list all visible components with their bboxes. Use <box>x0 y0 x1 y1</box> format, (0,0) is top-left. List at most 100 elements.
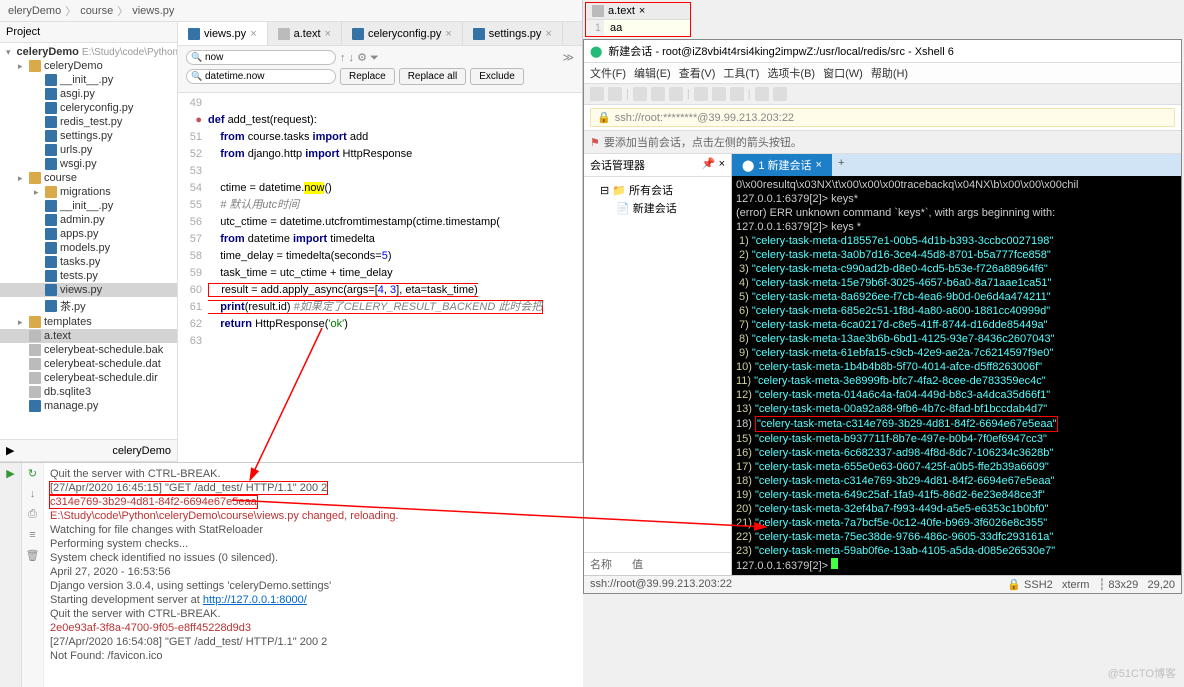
toolbar-icon[interactable] <box>694 87 708 101</box>
editor-tab[interactable]: views.py × <box>178 22 268 45</box>
mini-gutter: 1 <box>586 20 604 36</box>
tree-item[interactable]: ▸migrations <box>0 185 177 199</box>
terminal-tabs[interactable]: ⬤ 1 新建会话 × + <box>732 154 1181 176</box>
code-editor[interactable]: 49●51525354555657585960616263 def add_te… <box>178 93 582 462</box>
close-icon[interactable]: × <box>816 159 822 171</box>
ssh-icon: 🔒 <box>1007 579 1021 591</box>
terminal[interactable]: 0\x00resultq\x03NX\t\x00\x00\x00tracebac… <box>732 176 1181 575</box>
toolbar-icon[interactable] <box>590 87 604 101</box>
run-icon[interactable]: ▶ <box>6 467 14 480</box>
tree-item[interactable]: celeryconfig.py <box>0 101 177 115</box>
python-icon <box>45 270 57 282</box>
scroll-icon[interactable]: ≡ <box>29 529 35 541</box>
toolbar-icon[interactable] <box>651 87 665 101</box>
python-icon <box>45 300 57 312</box>
tree-item[interactable]: db.sqlite3 <box>0 385 177 399</box>
menu-item[interactable]: 查看(V) <box>679 65 716 81</box>
console-output[interactable]: Quit the server with CTRL-BREAK.[27/Apr/… <box>44 463 583 687</box>
console-side-toolbar[interactable]: ↻ ↓ ⎙ ≡ 🗑 <box>22 463 44 687</box>
code-lines[interactable]: def add_test(request): from course.tasks… <box>208 93 582 462</box>
pin-icon[interactable]: 📌 × <box>702 157 725 173</box>
close-icon[interactable]: ≫ <box>562 51 574 64</box>
xshell-toolbar[interactable]: | | | <box>584 84 1181 105</box>
tree-item[interactable]: a.text <box>0 329 177 343</box>
tree-item[interactable]: urls.py <box>0 143 177 157</box>
xshell-menubar[interactable]: 文件(F) 编辑(E) 查看(V) 工具(T) 选项卡(B) 窗口(W) 帮助(H) <box>584 63 1181 84</box>
close-icon[interactable]: × <box>325 28 331 40</box>
add-tab-button[interactable]: + <box>832 154 850 176</box>
line-gutter: 49●51525354555657585960616263 <box>178 93 208 462</box>
exclude-button[interactable]: Exclude <box>470 68 524 85</box>
tree-item[interactable]: celerybeat-schedule.bak <box>0 343 177 357</box>
mini-tab[interactable]: a.text × <box>586 3 690 20</box>
menu-item[interactable]: 文件(F) <box>590 65 626 81</box>
address-bar[interactable]: 🔒ssh://root:********@39.99.213.203:22 <box>590 108 1175 127</box>
tree-item[interactable]: asgi.py <box>0 87 177 101</box>
replace-button[interactable]: Replace <box>340 68 395 85</box>
tree-item[interactable]: celerybeat-schedule.dir <box>0 371 177 385</box>
rerun-icon[interactable]: ↻ <box>28 467 37 480</box>
editor-tab[interactable]: celeryconfig.py × <box>342 22 463 45</box>
toolbar-icon[interactable] <box>712 87 726 101</box>
tree-root[interactable]: celeryDemo <box>17 46 79 58</box>
project-header[interactable]: Project <box>0 22 177 43</box>
tree-item[interactable]: __init__.py <box>0 199 177 213</box>
find-input[interactable]: now <box>186 50 336 65</box>
tree-item[interactable]: ▸templates <box>0 315 177 329</box>
tree-item[interactable]: wsgi.py <box>0 157 177 171</box>
menu-item[interactable]: 帮助(H) <box>871 65 908 81</box>
toolbar-icon[interactable] <box>730 87 744 101</box>
xshell-titlebar[interactable]: ⬤ 新建会话 - root@iZ8vbi4t4rsi4king2impwZ:/u… <box>584 40 1181 63</box>
project-tree[interactable]: ▾celeryDemo E:\Study\code\Python ▸celery… <box>0 43 177 439</box>
toolbar-icon[interactable] <box>755 87 769 101</box>
menu-item[interactable]: 窗口(W) <box>823 65 863 81</box>
tree-item[interactable]: redis_test.py <box>0 115 177 129</box>
close-icon[interactable]: × <box>639 5 645 17</box>
tree-item[interactable]: admin.py <box>0 213 177 227</box>
tree-item[interactable]: apps.py <box>0 227 177 241</box>
breadcrumb-item[interactable]: views.py <box>132 5 174 17</box>
tree-item[interactable]: celerybeat-schedule.dat <box>0 357 177 371</box>
trash-icon[interactable]: 🗑 <box>26 549 40 562</box>
ide-window: eleryDemo〉 course〉 views.py Project ▾cel… <box>0 0 583 462</box>
editor-tabs: views.py ×a.text ×celeryconfig.py ×setti… <box>178 22 582 46</box>
editor-tab[interactable]: settings.py × <box>463 22 563 45</box>
toolbar-icon[interactable] <box>608 87 622 101</box>
find-nav-icons[interactable]: ↑ ↓ ⚙ ⏷ <box>340 51 379 65</box>
tree-item[interactable]: 茶.py <box>0 297 177 315</box>
toolbar-icon[interactable] <box>633 87 647 101</box>
menu-item[interactable]: 工具(T) <box>723 65 759 81</box>
up-icon[interactable]: ⎙ <box>28 508 37 521</box>
tree-item[interactable]: ▸course <box>0 171 177 185</box>
tree-item[interactable]: tasks.py <box>0 255 177 269</box>
breadcrumb-item[interactable]: course <box>80 5 113 17</box>
tree-item[interactable]: settings.py <box>0 129 177 143</box>
stop-icon[interactable]: ↓ <box>30 488 36 500</box>
tree-item[interactable]: views.py <box>0 283 177 297</box>
replace-input[interactable]: datetime.now <box>186 69 336 84</box>
python-icon <box>45 102 57 114</box>
tree-item[interactable]: tests.py <box>0 269 177 283</box>
tree-item[interactable]: manage.py <box>0 399 177 413</box>
menu-item[interactable]: 编辑(E) <box>634 65 671 81</box>
session-tree[interactable]: ⊟ 📁 所有会话 📄 新建会话 <box>584 177 731 552</box>
close-icon[interactable]: × <box>250 28 256 40</box>
mini-text[interactable]: aa <box>604 20 690 36</box>
tree-item[interactable]: models.py <box>0 241 177 255</box>
close-icon[interactable]: × <box>545 28 551 40</box>
replace-all-button[interactable]: Replace all <box>399 68 466 85</box>
run-config-label: celeryDemo <box>112 445 171 457</box>
tree-item[interactable]: ▸celeryDemo <box>0 59 177 73</box>
breadcrumb-item[interactable]: eleryDemo <box>8 5 61 17</box>
close-icon[interactable]: × <box>445 28 451 40</box>
toolbar-icon[interactable] <box>773 87 787 101</box>
tree-item[interactable]: __init__.py <box>0 73 177 87</box>
terminal-tab[interactable]: ⬤ 1 新建会话 × <box>732 154 832 176</box>
toolbar-icon[interactable] <box>669 87 683 101</box>
run-config-bar[interactable]: ▶celeryDemo <box>0 439 177 462</box>
python-icon <box>29 400 41 412</box>
menu-item[interactable]: 选项卡(B) <box>767 65 815 81</box>
xshell-statusbar: ssh://root@39.99.213.203:22 🔒 SSH2 xterm… <box>584 575 1181 593</box>
editor-tab[interactable]: a.text × <box>268 22 342 45</box>
console-tab-strip[interactable]: ▶ <box>0 463 22 687</box>
